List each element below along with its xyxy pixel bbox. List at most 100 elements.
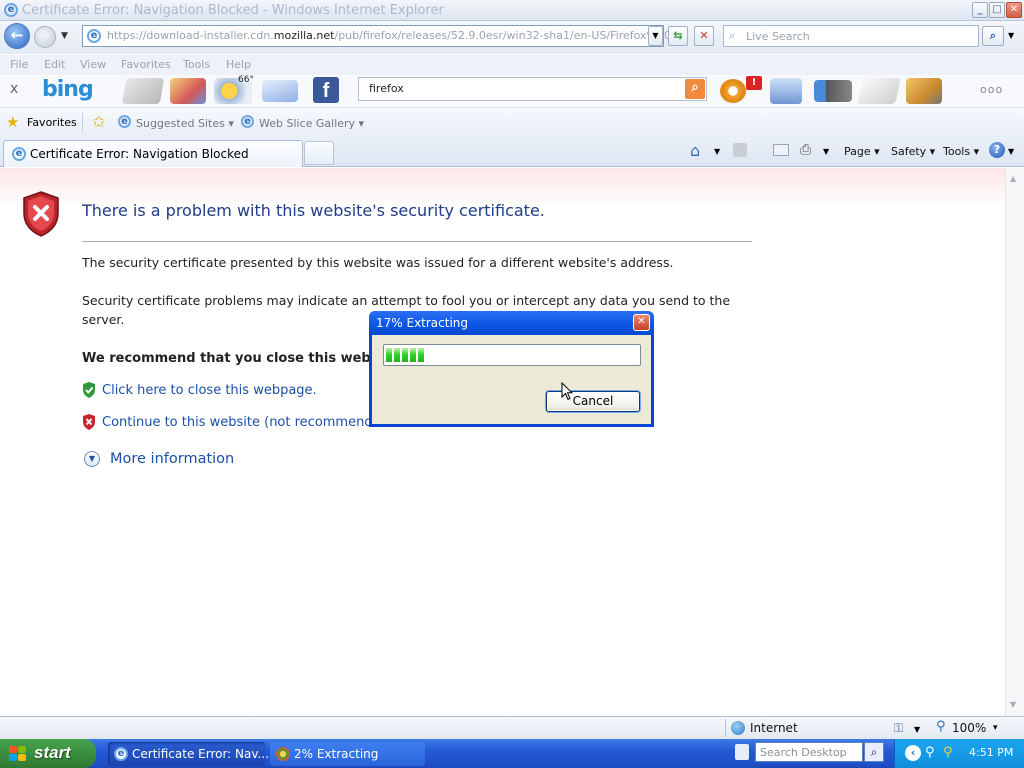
- tray-search-icon[interactable]: ⚲: [925, 745, 935, 760]
- bing-search-button[interactable]: ⌕: [685, 79, 705, 99]
- progress-segment: [386, 348, 392, 362]
- print-icon[interactable]: ⎙: [800, 142, 811, 158]
- home-dropdown[interactable]: ▼: [714, 147, 720, 156]
- taskbar-item-label: 2% Extracting: [294, 747, 379, 761]
- close-webpage-link[interactable]: Click here to close this webpage.: [102, 383, 317, 398]
- taskbar-item-extracting[interactable]: 2% Extracting: [270, 742, 425, 766]
- menu-edit[interactable]: Edit: [44, 58, 65, 71]
- safety-menu[interactable]: Safety ▾: [891, 145, 935, 158]
- desktop-search-toolbar-icon[interactable]: [735, 744, 749, 760]
- bing-logo[interactable]: bing: [42, 77, 94, 102]
- zoom-level[interactable]: 100%: [952, 721, 986, 735]
- stop-button[interactable]: ✕: [694, 26, 714, 46]
- web-slice-gallery-link[interactable]: Web Slice Gallery ▾: [259, 117, 364, 130]
- forward-button[interactable]: →: [34, 26, 56, 48]
- mouse-cursor-icon: [561, 382, 573, 401]
- mail-icon[interactable]: [262, 80, 298, 102]
- suggested-sites-link[interactable]: Suggested Sites ▾: [136, 117, 234, 130]
- facebook-icon[interactable]: f: [313, 77, 339, 103]
- read-mail-icon[interactable]: [773, 144, 789, 156]
- alert-icon[interactable]: !: [746, 76, 762, 90]
- search-options-dropdown[interactable]: ▼: [1008, 31, 1014, 40]
- menu-tools[interactable]: Tools: [183, 58, 210, 71]
- desktop-search-button[interactable]: ⌕: [864, 742, 884, 762]
- window-title: Certificate Error: Navigation Blocked - …: [22, 3, 444, 18]
- favorites-button[interactable]: Favorites: [27, 116, 77, 129]
- status-bar: Internet ⚿ ▼ ⚲ 100% ▾: [0, 716, 1024, 739]
- taskbar-item-certificate-error[interactable]: e Certificate Error: Nav...: [108, 742, 269, 766]
- address-bar[interactable]: e https://download-installer.cdn.mozilla…: [82, 25, 678, 47]
- desktop-search-input[interactable]: Search Desktop: [755, 742, 863, 762]
- scroll-up-arrow[interactable]: ▲: [1010, 174, 1016, 183]
- live-search-input[interactable]: ⌕ Live Search: [723, 25, 979, 47]
- new-tab-button[interactable]: [304, 141, 334, 165]
- toolbar-more-icon[interactable]: ooo: [980, 83, 1003, 96]
- recent-pages-dropdown[interactable]: ▼: [61, 31, 68, 41]
- menu-file[interactable]: File: [10, 58, 28, 71]
- video-icon[interactable]: [814, 80, 852, 102]
- menu-view[interactable]: View: [80, 58, 106, 71]
- toolbar-close-button[interactable]: x: [10, 81, 18, 97]
- red-shield-icon: [83, 414, 95, 430]
- menu-bar: File Edit View Favorites Tools Help: [0, 55, 1024, 75]
- protected-mode-icon[interactable]: ⚿: [894, 721, 903, 736]
- back-button[interactable]: ←: [4, 23, 30, 49]
- print-dropdown[interactable]: ▼: [823, 147, 829, 156]
- page-content: [0, 168, 1005, 716]
- favorites-star-icon: ★: [6, 113, 20, 131]
- help-icon[interactable]: ?: [989, 142, 1005, 158]
- progress-segment: [410, 348, 416, 362]
- progress-segment: [418, 348, 424, 362]
- vertical-scrollbar[interactable]: ▲ ▼: [1005, 168, 1024, 716]
- menu-help[interactable]: Help: [226, 58, 251, 71]
- security-zone: Internet: [750, 721, 798, 735]
- tray-orange-search-icon[interactable]: ⚲: [943, 745, 953, 760]
- menu-favorites[interactable]: Favorites: [121, 58, 171, 71]
- certificate-message: The security certificate presented by th…: [82, 255, 674, 270]
- minimize-button[interactable]: _: [972, 2, 988, 18]
- add-favorites-icon[interactable]: ✩: [92, 112, 105, 131]
- scroll-down-arrow[interactable]: ▼: [1010, 700, 1016, 709]
- windows-logo-icon: [9, 746, 27, 762]
- sun-icon[interactable]: [720, 79, 746, 103]
- bing-search-input[interactable]: firefox ⌕: [358, 77, 707, 101]
- bing-search-value: firefox: [369, 82, 404, 95]
- protected-mode-dropdown[interactable]: ▼: [914, 725, 920, 734]
- search-button[interactable]: ⌕: [982, 26, 1004, 46]
- tab-certificate-error[interactable]: e Certificate Error: Navigation Blocked: [3, 140, 303, 167]
- continue-website-link[interactable]: Continue to this website (not recommende…: [102, 415, 372, 430]
- progress-fill: [386, 348, 424, 362]
- home-icon[interactable]: ⌂: [690, 141, 700, 160]
- maps-icon[interactable]: [170, 78, 206, 104]
- start-button[interactable]: start: [0, 739, 96, 768]
- tab-page-icon: e: [12, 147, 26, 161]
- close-window-button[interactable]: ✕: [1006, 2, 1022, 18]
- status-divider: [725, 719, 726, 737]
- shopping-icon[interactable]: [906, 78, 942, 104]
- finance-icon[interactable]: [857, 78, 901, 104]
- feeds-icon[interactable]: [733, 143, 747, 157]
- error-shield-icon: [23, 191, 59, 237]
- weather-temperature: 66°: [238, 75, 254, 85]
- address-dropdown[interactable]: ▼: [648, 26, 663, 46]
- refresh-button[interactable]: ⇆: [668, 26, 688, 46]
- news-icon[interactable]: [121, 78, 165, 104]
- green-shield-icon: [83, 382, 95, 398]
- tools-menu[interactable]: Tools ▾: [943, 145, 979, 158]
- ie-logo-icon: e: [4, 3, 18, 17]
- dialog-close-button[interactable]: ✕: [633, 314, 650, 331]
- more-information-link[interactable]: More information: [110, 451, 234, 467]
- clock: 4:51 PM: [969, 746, 1014, 759]
- thumbs-up-icon[interactable]: [770, 78, 802, 104]
- desktop-search-placeholder: Search Desktop: [760, 746, 847, 759]
- page-menu[interactable]: Page ▾: [844, 145, 880, 158]
- system-tray: ‹ ⚲ ⚲ 4:51 PM: [894, 739, 1024, 768]
- maximize-button[interactable]: □: [989, 2, 1005, 18]
- expand-more-icon[interactable]: ▼: [84, 451, 100, 467]
- tray-back-icon[interactable]: ‹: [905, 745, 921, 761]
- zoom-dropdown[interactable]: ▾: [993, 723, 998, 733]
- zoom-icon: ⚲: [936, 719, 946, 734]
- help-dropdown[interactable]: ▼: [1008, 147, 1014, 156]
- heading-divider: [82, 241, 752, 242]
- web-slice-icon: e: [241, 115, 254, 128]
